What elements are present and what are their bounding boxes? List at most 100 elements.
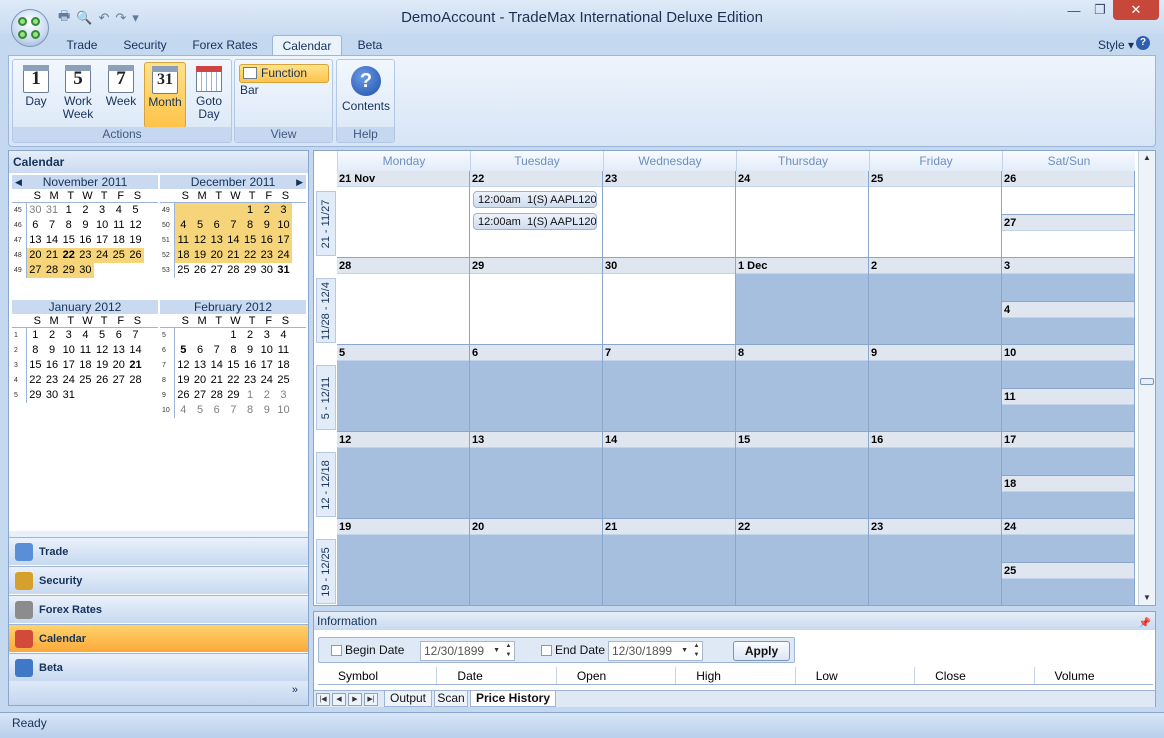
mini-day[interactable]: 10 [275,403,292,418]
mini-day[interactable]: 25 [110,248,128,263]
day-cell[interactable]: 22 12:00am 1(S) AAPL120 12:00am 1(S) AAPL1… [470,171,603,258]
day-cell[interactable]: 23 [869,519,1002,605]
mini-day[interactable]: 8 [225,343,242,358]
mini-day[interactable]: 14 [208,358,225,373]
day-cell[interactable]: 2 [869,258,1002,345]
saturday-cell[interactable]: 17 [1002,432,1135,476]
mini-day[interactable]: 18 [110,233,127,248]
mini-day[interactable]: 7 [225,218,242,233]
mini-day[interactable]: 7 [208,343,225,358]
day-cell[interactable]: 22 [736,519,869,605]
mini-day[interactable]: 1 [241,203,259,218]
mini-day[interactable]: 3 [60,328,77,343]
mini-day[interactable]: 10 [275,218,292,233]
next-tab-icon[interactable]: ▶ [348,693,362,706]
mini-day[interactable]: 2 [77,203,94,218]
day-cell[interactable]: 16 [869,432,1002,519]
mini-day[interactable]: 13 [208,233,226,248]
mini-day[interactable]: 5 [127,203,144,218]
mini-day[interactable]: 1 [60,203,77,218]
mini-day[interactable] [175,328,192,343]
mini-day[interactable]: 15 [225,358,242,373]
mini-day[interactable]: 5 [191,218,209,233]
mini-day[interactable]: 28 [208,388,225,403]
application-menu-button[interactable] [11,9,49,47]
mini-day[interactable]: 15 [27,358,44,373]
goto-day-button[interactable]: Goto Day [191,62,227,128]
mini-day[interactable]: 13 [192,358,209,373]
mini-day[interactable] [110,388,127,403]
mini-day[interactable]: 31 [44,203,61,218]
day-cell[interactable]: 20 [470,519,603,605]
mini-day[interactable]: 29 [242,263,259,278]
mini-day[interactable]: 5 [192,403,209,418]
mini-day[interactable]: 20 [27,248,44,263]
mini-day[interactable] [208,203,226,218]
mini-day[interactable]: 2 [258,388,275,403]
day-cell[interactable]: 1 Dec [736,258,869,345]
mini-day[interactable]: 28 [43,263,61,278]
saturday-cell[interactable]: 3 [1002,258,1135,302]
contents-button[interactable]: ? Contents [340,62,392,128]
day-cell[interactable]: 9 [869,345,1002,432]
mini-day[interactable]: 4 [175,403,192,418]
day-cell[interactable]: 12 [337,432,470,519]
mini-day[interactable]: 20 [192,373,209,388]
end-date-spinner-icon[interactable]: ▲ ▼ [691,642,702,660]
begin-date-dropdown-icon[interactable]: ▼ [493,642,500,660]
end-date-dropdown-icon[interactable]: ▼ [681,642,688,660]
mini-day[interactable]: 20 [110,358,127,373]
mini-day[interactable] [191,203,209,218]
mini-day[interactable]: 30 [258,263,275,278]
day-cell[interactable]: 25 [869,171,1002,258]
mini-day[interactable]: 12 [175,358,192,373]
mini-day[interactable]: 18 [175,248,192,263]
prev-tab-icon[interactable]: ◀ [332,693,346,706]
day-cell[interactable]: 21 [603,519,736,605]
style-menu[interactable]: Style ▾ [1098,38,1134,52]
function-bar-button[interactable]: Function Bar [239,64,329,97]
mini-day[interactable]: 2 [44,328,61,343]
mini-day[interactable]: 3 [275,388,292,403]
column-header-low[interactable]: Low [794,667,914,684]
appointment[interactable]: 12:00am 1(S) AAPL120 [473,191,597,208]
mini-day[interactable] [127,263,144,278]
mini-day[interactable]: 16 [77,233,94,248]
begin-date-input[interactable]: 12/30/1899 ▼ ▲ ▼ [420,641,515,661]
mini-day[interactable]: 8 [241,218,259,233]
mini-day[interactable]: 24 [275,248,292,263]
mini-day[interactable]: 28 [225,263,242,278]
mini-day[interactable] [225,203,242,218]
mini-day[interactable]: 14 [127,343,144,358]
mini-day[interactable]: 27 [27,263,44,278]
mini-day[interactable] [208,328,225,343]
mini-day[interactable]: 1 [27,328,44,343]
mini-day[interactable]: 21 [127,358,144,373]
mini-day[interactable]: 29 [225,388,242,403]
mini-day[interactable]: 3 [275,203,292,218]
mini-day[interactable]: 4 [77,328,94,343]
appointment[interactable]: 12:00am 1(S) AAPL120 [473,213,597,230]
day-cell[interactable]: 24 [736,171,869,258]
nav-more-button[interactable]: » [9,681,308,705]
day-cell[interactable]: 30 [603,258,736,345]
last-tab-icon[interactable]: ▶| [364,693,378,706]
scroll-thumb[interactable] [1140,378,1154,385]
mini-day[interactable]: 16 [242,358,259,373]
mini-day[interactable]: 8 [60,218,77,233]
mini-day[interactable]: 19 [175,373,192,388]
mini-day[interactable]: 17 [94,233,111,248]
mini-day[interactable]: 10 [60,343,77,358]
mini-day[interactable]: 1 [242,388,259,403]
scroll-up-icon[interactable]: ▲ [1139,151,1155,165]
mini-day[interactable]: 26 [94,373,111,388]
sunday-cell[interactable]: 4 [1002,301,1135,345]
mini-day[interactable]: 29 [27,388,44,403]
nav-trade[interactable]: Trade [9,537,308,565]
tab-beta[interactable]: Beta [350,35,390,56]
nav-security[interactable]: Security [9,566,308,594]
mini-day[interactable]: 23 [77,248,94,263]
mini-day[interactable]: 27 [110,373,127,388]
begin-date-checkbox[interactable] [331,645,342,656]
work-week-view-button[interactable]: 5 Work Week [59,62,97,128]
